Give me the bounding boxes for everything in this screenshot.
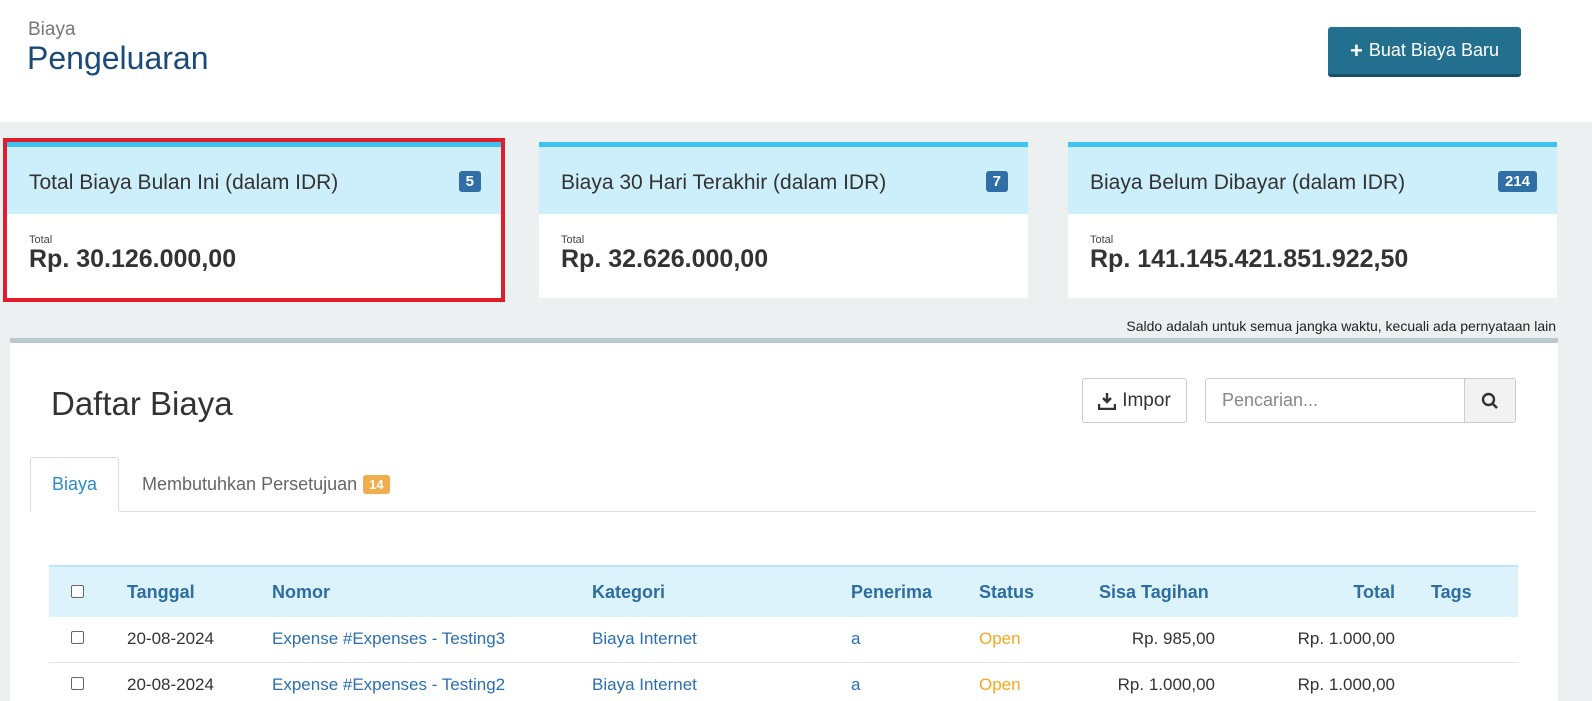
card-title: Total Biaya Bulan Ini (dalam IDR)	[29, 171, 339, 194]
tab-needs-approval[interactable]: Membutuhkan Persetujuan 14	[142, 457, 390, 512]
import-label: Impor	[1122, 389, 1171, 411]
expense-list-panel: Daftar Biaya Impor Biaya Membutuhkan Per…	[10, 338, 1558, 701]
card-header: Biaya Belum Dibayar (dalam IDR) 214	[1068, 142, 1557, 214]
tab-expenses[interactable]: Biaya	[30, 457, 119, 512]
card-month-total[interactable]: Total Biaya Bulan Ini (dalam IDR) 5 Tota…	[3, 138, 505, 302]
cell-total: Rp. 1.000,00	[1215, 617, 1417, 663]
cell-balance: Rp. 1.000,00	[1099, 662, 1215, 701]
row-checkbox[interactable]	[71, 676, 84, 690]
page-title: Pengeluaran	[27, 40, 209, 76]
new-expense-button[interactable]: + Buat Biaya Baru	[1328, 27, 1521, 77]
plus-icon: +	[1350, 37, 1363, 63]
cell-recipient-link[interactable]: a	[851, 617, 979, 663]
new-expense-label: Buat Biaya Baru	[1368, 40, 1499, 60]
card-unpaid[interactable]: Biaya Belum Dibayar (dalam IDR) 214 Tota…	[1068, 142, 1557, 298]
expense-table: Tanggal Nomor Kategori Penerima Status S…	[49, 565, 1518, 701]
search-input[interactable]	[1206, 379, 1464, 422]
column-header[interactable]: Status	[979, 566, 1099, 617]
column-header[interactable]: Kategori	[592, 566, 851, 617]
download-icon	[1098, 392, 1117, 410]
column-header[interactable]: Tags	[1417, 566, 1518, 617]
cell-status: Open	[979, 617, 1099, 663]
cell-tags	[1417, 662, 1518, 701]
column-header[interactable]: Total	[1215, 566, 1417, 617]
row-checkbox[interactable]	[71, 631, 84, 645]
card-value: Rp. 30.126.000,00	[29, 245, 237, 273]
count-badge: 5	[458, 171, 481, 192]
column-header[interactable]: Penerima	[851, 566, 979, 617]
column-header[interactable]: Sisa Tagihan	[1099, 566, 1215, 617]
column-header[interactable]: Tanggal	[127, 566, 272, 617]
search-box	[1205, 378, 1516, 423]
page-header: Biaya Pengeluaran + Buat Biaya Baru	[0, 0, 1592, 122]
tab-label: Membutuhkan Persetujuan	[142, 474, 358, 494]
tab-bar: Biaya Membutuhkan Persetujuan 14	[30, 457, 1536, 512]
card-header: Total Biaya Bulan Ini (dalam IDR) 5	[7, 142, 501, 214]
count-badge: 7	[985, 171, 1008, 192]
cell-number-link[interactable]: Expense #Expenses - Testing3	[272, 617, 592, 663]
search-button[interactable]	[1464, 379, 1515, 422]
card-header: Biaya 30 Hari Terakhir (dalam IDR) 7	[539, 142, 1028, 214]
breadcrumb[interactable]: Biaya	[28, 19, 76, 41]
cell-date: 20-08-2024	[127, 662, 272, 701]
card-last-30-days[interactable]: Biaya 30 Hari Terakhir (dalam IDR) 7 Tot…	[539, 142, 1028, 298]
cell-number-link[interactable]: Expense #Expenses - Testing2	[272, 662, 592, 701]
cell-date: 20-08-2024	[127, 617, 272, 663]
card-title: Biaya 30 Hari Terakhir (dalam IDR)	[561, 171, 887, 194]
card-title: Biaya Belum Dibayar (dalam IDR)	[1090, 171, 1406, 194]
cell-category-link[interactable]: Biaya Internet	[592, 662, 851, 701]
card-value: Rp. 141.145.421.851.922,50	[1090, 245, 1409, 273]
cell-tags	[1417, 617, 1518, 663]
import-button[interactable]: Impor	[1082, 378, 1187, 423]
count-badge: 214	[1497, 171, 1537, 192]
cell-status: Open	[979, 662, 1099, 701]
cell-category-link[interactable]: Biaya Internet	[592, 617, 851, 663]
table-header-row: Tanggal Nomor Kategori Penerima Status S…	[49, 566, 1518, 617]
cell-balance: Rp. 985,00	[1099, 617, 1215, 663]
cell-recipient-link[interactable]: a	[851, 662, 979, 701]
table-row[interactable]: 20-08-2024 Expense #Expenses - Testing2 …	[49, 662, 1518, 701]
card-value: Rp. 32.626.000,00	[561, 245, 769, 273]
list-title: Daftar Biaya	[51, 385, 233, 422]
table-row[interactable]: 20-08-2024 Expense #Expenses - Testing3 …	[49, 617, 1518, 663]
cell-total: Rp. 1.000,00	[1215, 662, 1417, 701]
select-all-checkbox[interactable]	[71, 584, 84, 598]
column-header[interactable]: Nomor	[272, 566, 592, 617]
search-icon	[1481, 392, 1498, 409]
balance-note: Saldo adalah untuk semua jangka waktu, k…	[1126, 318, 1556, 334]
tab-label: Biaya	[51, 474, 98, 494]
approval-count-badge: 14	[363, 475, 390, 494]
